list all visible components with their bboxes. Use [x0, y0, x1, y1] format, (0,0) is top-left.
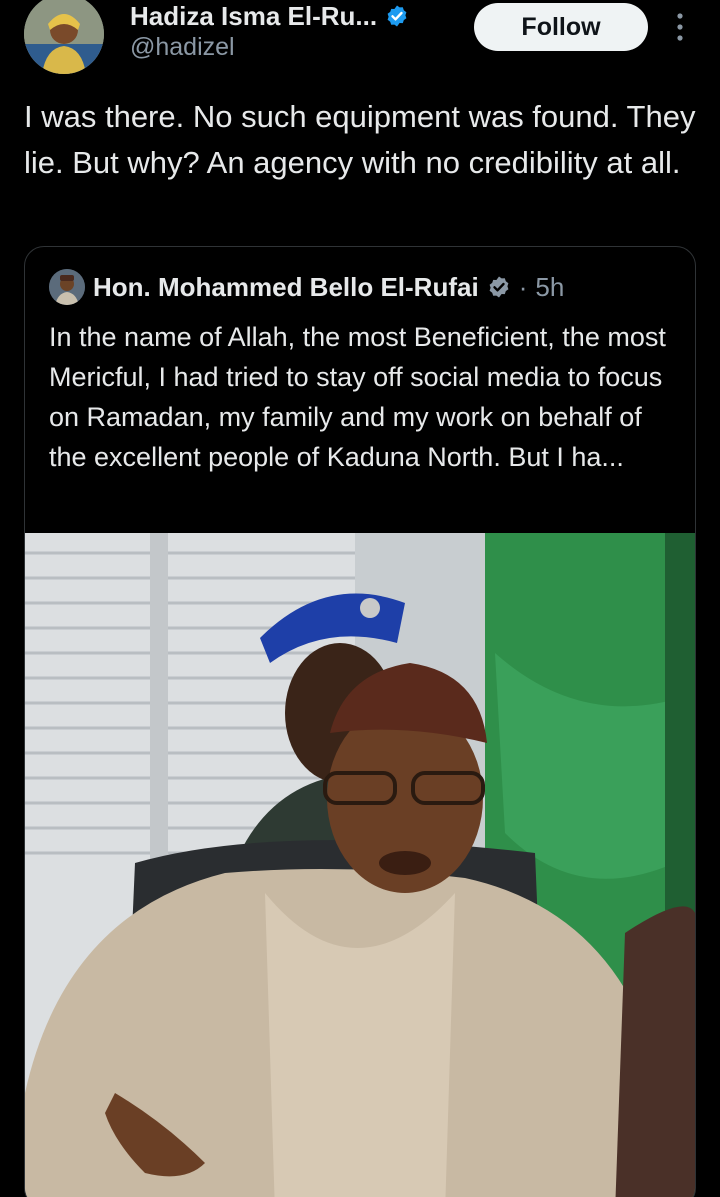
avatar-photo: [24, 0, 104, 74]
author-display-name[interactable]: Hadiza Isma El-Ru...: [130, 1, 377, 32]
quoted-author-avatar[interactable]: [49, 269, 85, 305]
quoted-author-name[interactable]: Hon. Mohammed Bello El-Rufai: [93, 272, 479, 303]
quoted-tweet-photo[interactable]: [25, 533, 695, 1197]
quoted-timestamp[interactable]: 5h: [535, 272, 564, 303]
quoted-tweet-header: Hon. Mohammed Bello El-Rufai · 5h: [49, 269, 564, 305]
quoted-verified-badge-icon: [489, 276, 509, 298]
more-vertical-icon[interactable]: [670, 10, 690, 44]
quoted-tweet-card[interactable]: Hon. Mohammed Bello El-Rufai · 5h In the…: [24, 246, 696, 1197]
author-name-row[interactable]: Hadiza Isma El-Ru...: [130, 0, 409, 32]
author-avatar[interactable]: [24, 0, 104, 74]
quoted-tweet-text: In the name of Allah, the most Beneficie…: [49, 322, 666, 472]
author-handle[interactable]: @hadizel: [130, 33, 235, 62]
tweet-text: I was there. No such equipment was found…: [24, 99, 696, 180]
quoted-separator: ·: [518, 271, 528, 302]
follow-button[interactable]: Follow: [474, 3, 648, 51]
quoted-avatar-photo: [49, 269, 85, 305]
verified-badge-icon: [387, 5, 407, 27]
tweet-post: Hadiza Isma El-Ru... @hadizel Follow I w…: [0, 0, 720, 1197]
